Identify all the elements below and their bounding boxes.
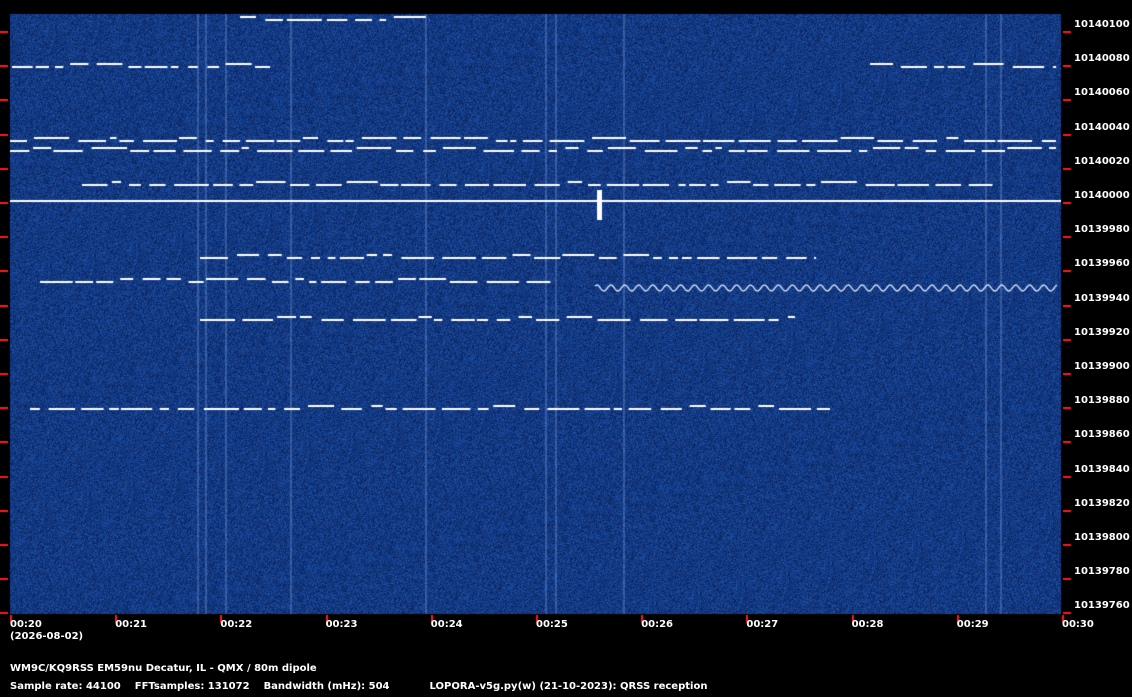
frequency-tick-label: 10139920 [1074, 326, 1130, 338]
frequency-tick-label: 10139760 [1074, 600, 1130, 612]
frequency-tick-label: 10139900 [1074, 361, 1130, 372]
frequency-tick-label: 10140060 [1074, 87, 1130, 99]
time-tick-label: 00:23 [325, 619, 358, 630]
software-text: LOPORA-v5g.py(w) (21-10-2023): QRSS rece… [429, 681, 708, 692]
time-tick-label: 00:27 [746, 619, 779, 630]
frequency-tick-label: 10139860 [1074, 429, 1130, 441]
date-label: (2026-08-02) [10, 631, 84, 642]
frequency-tick-label: 10140040 [1074, 121, 1130, 133]
frequency-tick-label: 10139880 [1074, 395, 1130, 407]
time-tick-label: 00:25 [536, 619, 568, 630]
frequency-tick-label: 10139980 [1074, 224, 1130, 236]
bandwidth-text: Bandwidth (mHz): 504 [263, 681, 390, 692]
time-tick-label: 00:20 [10, 619, 42, 630]
frequency-tick-label: 10140100 [1074, 19, 1130, 30]
frequency-tick-label: 10139820 [1074, 497, 1130, 509]
frequency-tick-label: 10139800 [1074, 532, 1130, 543]
frequency-tick-label: 10139940 [1074, 292, 1130, 304]
time-tick-label: 00:22 [220, 619, 253, 630]
time-tick-label: 00:24 [430, 619, 463, 630]
frequency-tick-label: 10139780 [1074, 566, 1130, 578]
sample-rate-text: Sample rate: 44100 [10, 681, 121, 692]
time-tick-label: 00:29 [956, 619, 989, 630]
frequency-tick-label: 10140000 [1074, 190, 1130, 201]
frequency-tick-label: 10140080 [1074, 53, 1130, 65]
time-tick-label: 00:28 [851, 619, 884, 630]
time-tick-label: 00:26 [641, 619, 674, 630]
frequency-tick-label: 10139840 [1074, 463, 1130, 475]
frequency-tick-label: 10139960 [1074, 258, 1130, 270]
fft-samples-text: FFTsamples: 131072 [134, 681, 250, 692]
frequency-tick-label: 10140020 [1074, 155, 1130, 167]
station-info: WM9C/KQ9RSS EM59nu Decatur, IL - QMX / 8… [10, 663, 317, 674]
spectrogram-waterfall [0, 0, 1132, 697]
capture-params: Sample rate: 44100 FFTsamples: 131072 Band… [10, 681, 707, 693]
time-tick-label: 00:21 [115, 619, 148, 630]
time-tick-label: 00:30 [1062, 619, 1094, 630]
